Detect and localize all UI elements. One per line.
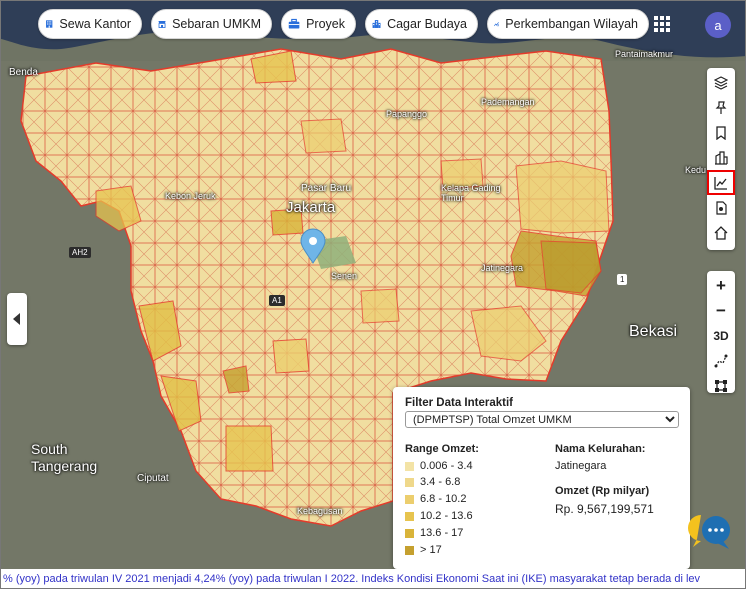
chart-button[interactable] [707, 170, 735, 195]
map-label-jakarta: Jakarta [286, 199, 336, 216]
nav-proyek-label: Proyek [306, 17, 345, 31]
map-tools-toolbar [707, 68, 735, 250]
nav-sewa-kantor-button[interactable]: Sewa Kantor [38, 9, 142, 39]
map-label-south-tangerang: South Tangerang [31, 441, 98, 474]
dataset-select[interactable]: (DPMPTSP) Total Omzet UMKM [405, 411, 679, 428]
nav-proyek-button[interactable]: Proyek [281, 9, 356, 39]
pin-button[interactable] [707, 95, 735, 120]
layers-button[interactable] [707, 70, 735, 95]
range-item: 3.4 - 6.8 [405, 475, 460, 489]
range-swatch [405, 461, 414, 471]
omzet-value: Rp. 9,567,199,571 [555, 502, 654, 516]
bookmark-button[interactable] [707, 120, 735, 145]
nav-perkembangan-wilayah-button[interactable]: Perkembangan Wilayah [487, 9, 649, 39]
chat-button[interactable] [687, 513, 731, 551]
area-select-button[interactable] [707, 373, 735, 398]
map-label-kebon-jeruk: Kebon Jeruk [165, 191, 216, 201]
nav-cagar-budaya-label: Cagar Budaya [387, 17, 467, 31]
map-label-benda: Benda [9, 67, 38, 78]
range-item: 13.6 - 17 [405, 526, 463, 540]
nav-sebaran-umkm-button[interactable]: Sebaran UMKM [151, 9, 272, 39]
nav-sebaran-umkm-label: Sebaran UMKM [172, 17, 261, 31]
route-icon [714, 354, 728, 367]
map-label-pasar-baru: Pasar Baru [301, 183, 352, 194]
map-label-pademangan: Pademangan [481, 97, 535, 107]
bookmark-icon [716, 125, 726, 140]
zoom-toolbar: + − 3D [707, 271, 735, 393]
range-label: 10.2 - 13.6 [420, 510, 473, 522]
heritage-building-icon [372, 20, 381, 28]
map-label-kelapa-gading: Kelapa Gading Timur [441, 183, 501, 203]
news-ticker: % (yoy) pada triwulan IV 2021 menjadi 4,… [1, 569, 745, 588]
briefcase-icon [288, 18, 300, 29]
filter-panel-title: Filter Data Interaktif [405, 397, 513, 409]
chart-line-icon [714, 176, 727, 190]
store-icon [158, 20, 166, 28]
range-swatch [405, 545, 414, 555]
building-icon [46, 20, 53, 28]
range-swatch [405, 511, 414, 521]
kelurahan-header: Nama Kelurahan: [555, 443, 646, 455]
buildings-button[interactable] [707, 145, 735, 170]
map-label-jatinegara: Jatinegara [481, 263, 524, 273]
map-label-papanggo: Papanggo [386, 109, 428, 119]
map-label-bekasi: Bekasi [629, 323, 678, 340]
map-label-kebagusan: Kebagusan [297, 506, 343, 516]
range-label: > 17 [420, 544, 442, 556]
zoom-out-button[interactable]: − [707, 298, 735, 323]
document-button[interactable] [707, 195, 735, 220]
filter-panel: Filter Data Interaktif (DPMPTSP) Total O… [393, 387, 690, 569]
range-swatch [405, 477, 414, 487]
chat-bubble-icon [688, 515, 730, 549]
nav-perkembangan-wilayah-label: Perkembangan Wilayah [505, 17, 638, 31]
range-label: 13.6 - 17 [420, 527, 464, 539]
sidebar-toggle-button[interactable] [7, 293, 27, 345]
zoom-in-button[interactable]: + [707, 273, 735, 298]
road-badge-a1: A1 [269, 295, 285, 306]
pin-icon [715, 100, 727, 114]
3d-toggle-button[interactable]: 3D [707, 323, 735, 348]
user-avatar[interactable]: a [705, 12, 731, 38]
range-label: 3.4 - 6.8 [420, 476, 461, 488]
map-label-senen: Senen [331, 271, 358, 281]
range-item: 6.8 - 10.2 [405, 492, 466, 506]
home-icon [714, 225, 728, 240]
apps-grid-icon[interactable] [653, 15, 671, 33]
document-icon [716, 200, 727, 215]
kelurahan-value: Jatinegara [555, 460, 607, 472]
layers-icon [714, 75, 728, 90]
range-label: 0.006 - 3.4 [420, 460, 473, 472]
range-item: 0.006 - 3.4 [405, 459, 473, 473]
trend-chart-icon [494, 22, 500, 27]
range-item: > 17 [405, 543, 442, 557]
route-button[interactable] [707, 348, 735, 373]
road-badge-ah2: AH2 [69, 247, 91, 258]
nav-sewa-kantor-label: Sewa Kantor [59, 17, 131, 31]
polygon-select-icon [715, 379, 727, 392]
range-item: 10.2 - 13.6 [405, 509, 473, 523]
app-window: Benda Jakarta Pasar Baru Kebon Jeruk Sen… [0, 0, 746, 589]
range-swatch [405, 494, 414, 504]
range-swatch [405, 528, 414, 538]
road-badge-1: 1 [617, 274, 628, 285]
map-label-pantaimakmur: Pantaimakmur [615, 49, 674, 59]
home-button[interactable] [707, 220, 735, 245]
map-label-ciputat: Ciputat [137, 473, 169, 484]
omzet-header: Omzet (Rp milyar) [555, 485, 650, 497]
range-label: 6.8 - 10.2 [420, 493, 467, 505]
nav-cagar-budaya-button[interactable]: Cagar Budaya [365, 9, 478, 39]
range-header: Range Omzet: [405, 443, 479, 455]
buildings-icon [715, 150, 728, 165]
map-label-kedu: Kedu [685, 165, 707, 175]
chevron-left-icon [13, 313, 20, 325]
